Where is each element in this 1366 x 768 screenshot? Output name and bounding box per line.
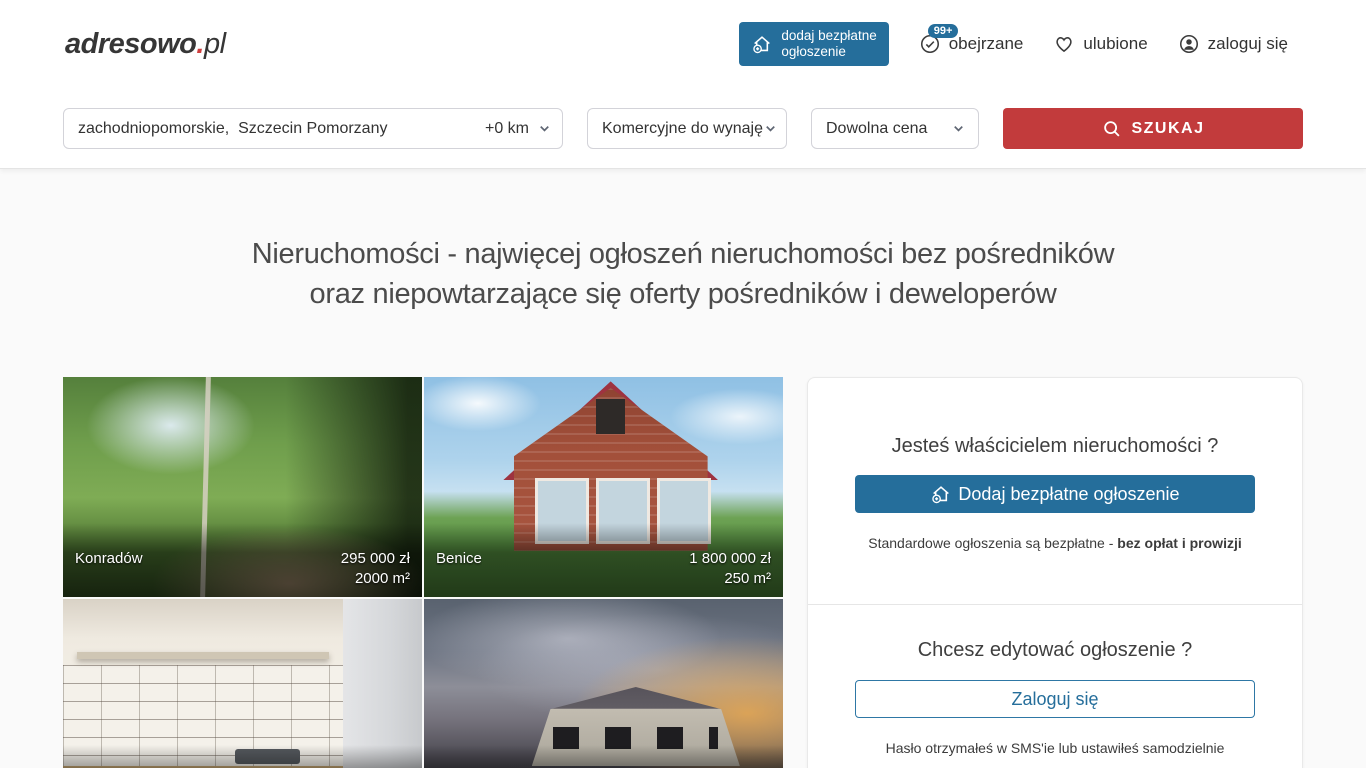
edit-section-title: Chcesz edytować ogłoszenie ? — [836, 636, 1274, 664]
header-actions: dodaj bezpłatneogłoszenie 99+ obejrzane … — [739, 22, 1288, 66]
house-plus-icon — [930, 483, 952, 505]
logo-dot: . — [196, 28, 204, 60]
edit-section-note: Hasło otrzymałeś w SMS'ie lub ustawiłeś … — [836, 740, 1274, 756]
location-input-group: +0 km — [63, 108, 563, 149]
listing-name: Konradów — [75, 549, 143, 569]
photo-decoration — [343, 599, 422, 768]
listing-area: 2000 m² — [341, 569, 410, 589]
owner-section-note: Standardowe ogłoszenia są bezpłatne - be… — [836, 535, 1274, 551]
login-link[interactable]: zaloguj się — [1178, 33, 1288, 55]
photo-decoration — [77, 652, 328, 659]
viewed-link[interactable]: 99+ obejrzane — [919, 33, 1024, 55]
owner-panel: Jesteś właścicielem nieruchomości ? Doda… — [807, 377, 1303, 768]
login-button[interactable]: Zaloguj się — [855, 680, 1255, 718]
edit-section: Chcesz edytować ogłoszenie ? Zaloguj się… — [808, 605, 1302, 768]
price-select[interactable]: Dowolna cena — [811, 108, 979, 149]
viewed-count-badge: 99+ — [928, 24, 959, 38]
add-free-listing-label: Dodaj bezpłatne ogłoszenie — [958, 484, 1179, 505]
listing-overlay: Benice 1 800 000 zł 250 m² — [424, 523, 783, 597]
price-value: Dowolna cena — [826, 120, 927, 138]
house-plus-icon — [751, 33, 773, 55]
listing-card-benice[interactable]: Benice 1 800 000 zł 250 m² — [424, 377, 783, 597]
category-value: Komercyjne do wynaję — [602, 120, 763, 138]
chevron-down-icon — [951, 121, 966, 136]
category-select[interactable]: Komercyjne do wynaję — [587, 108, 787, 149]
favorites-label: ulubione — [1083, 34, 1147, 54]
listing-price: 295 000 zł — [341, 549, 410, 569]
main-content: Konradów 295 000 zł 2000 m² Benice 1 800… — [63, 377, 1303, 768]
listing-overlay: Gliwice Śródmieście, ul 615 000 zł — [63, 745, 422, 768]
listing-price: 1 800 000 zł — [689, 549, 771, 569]
add-free-listing-button[interactable]: Dodaj bezpłatne ogłoszenie — [855, 475, 1255, 513]
add-listing-button[interactable]: dodaj bezpłatneogłoszenie — [739, 22, 888, 66]
search-submit-label: SZUKAJ — [1131, 120, 1204, 138]
search-submit-button[interactable]: SZUKAJ — [1003, 108, 1303, 149]
viewed-icon-wrap: 99+ — [919, 33, 941, 55]
page-title: Nieruchomości - najwięcej ogłoszeń nieru… — [0, 234, 1366, 314]
photo-decoration — [596, 399, 625, 434]
chevron-down-icon — [763, 121, 778, 136]
owner-section: Jesteś właścicielem nieruchomości ? Doda… — [808, 378, 1302, 604]
site-header: adresowo.pl dodaj bezpłatneogłoszenie 99… — [0, 0, 1366, 169]
page-title-line1: Nieruchomości - najwięcej ogłoszeń nieru… — [0, 234, 1366, 274]
listing-card-gliwice[interactable]: Gliwice Śródmieście, ul 615 000 zł — [63, 599, 422, 768]
listing-area: 250 m² — [689, 569, 771, 589]
user-circle-icon — [1178, 33, 1200, 55]
listing-overlay: Konradów 295 000 zł 2000 m² — [63, 523, 422, 597]
listings-grid: Konradów 295 000 zł 2000 m² Benice 1 800… — [63, 377, 783, 768]
search-icon — [1101, 118, 1123, 140]
logo-text-main: adresowo — [65, 28, 196, 60]
header-top-row: adresowo.pl dodaj bezpłatneogłoszenie 99… — [0, 0, 1366, 88]
heart-icon — [1053, 33, 1075, 55]
viewed-label: obejrzane — [949, 34, 1024, 54]
location-input[interactable] — [78, 120, 477, 138]
chevron-down-icon — [537, 121, 552, 136]
listing-name: Benice — [436, 549, 482, 569]
listing-price-block: 295 000 zł 2000 m² — [341, 549, 410, 589]
site-logo[interactable]: adresowo.pl — [65, 28, 226, 61]
search-bar: +0 km Komercyjne do wynaję Dowolna cena … — [0, 108, 1366, 149]
favorites-link[interactable]: ulubione — [1053, 33, 1147, 55]
add-listing-label: dodaj bezpłatneogłoszenie — [781, 28, 876, 60]
page-title-line2: oraz niepowtarzające się oferty pośredni… — [0, 274, 1366, 314]
radius-select[interactable]: +0 km — [477, 120, 552, 138]
logo-text-tld: pl — [204, 28, 226, 60]
listing-card-konradow[interactable]: Konradów 295 000 zł 2000 m² — [63, 377, 422, 597]
owner-section-title: Jesteś właścicielem nieruchomości ? — [836, 432, 1274, 460]
listing-overlay: Zalesie 1 100 000 zł — [424, 745, 783, 768]
listing-card-zalesie[interactable]: Zalesie 1 100 000 zł — [424, 599, 783, 768]
login-button-label: Zaloguj się — [1011, 689, 1098, 710]
listing-price-block: 1 800 000 zł 250 m² — [689, 549, 771, 589]
login-label: zaloguj się — [1208, 34, 1288, 54]
radius-value: +0 km — [485, 120, 529, 138]
